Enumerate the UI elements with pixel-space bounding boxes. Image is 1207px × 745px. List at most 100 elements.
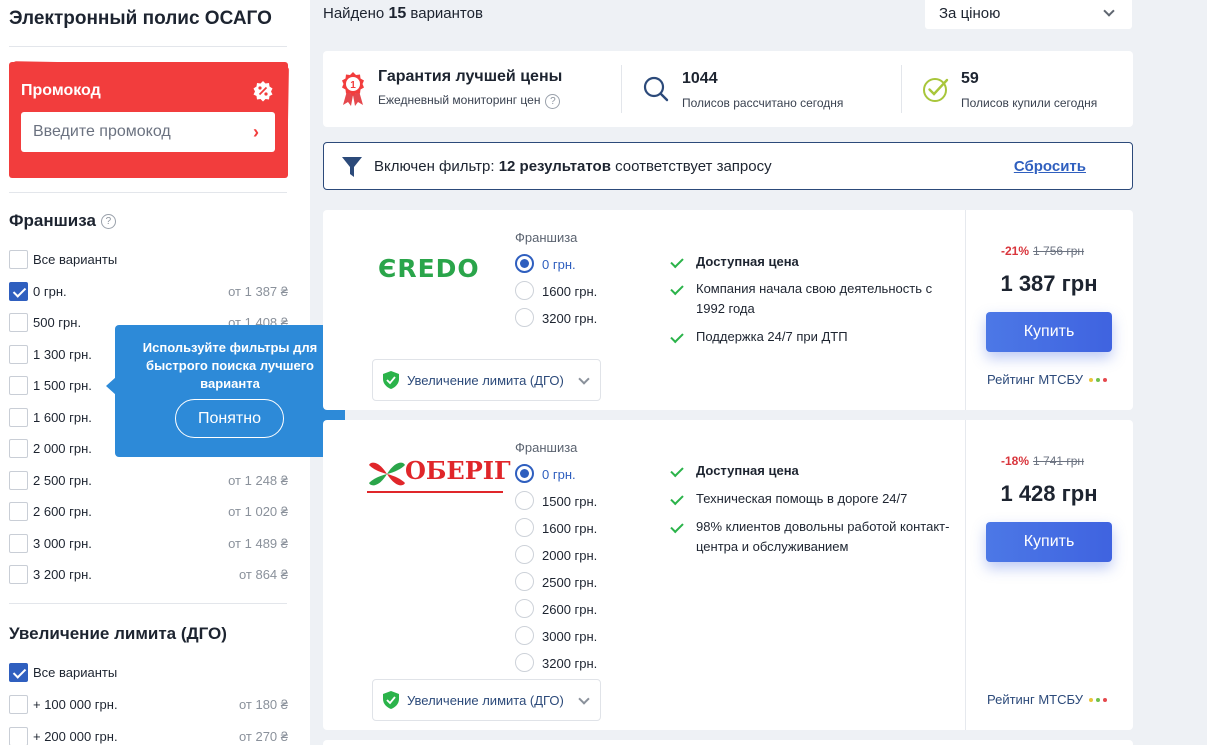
franchise-radio[interactable]	[515, 491, 534, 510]
franchise-radio[interactable]	[515, 572, 534, 591]
promo-input[interactable]	[21, 112, 275, 152]
divider	[621, 65, 622, 113]
option-label: Все варианты	[33, 665, 118, 680]
filter-option[interactable]: 2 500 грн. от 1 248 ₴	[9, 470, 299, 493]
discount: -21% 1 756 грн	[1001, 244, 1085, 258]
dgo-label: Увеличение лимита (ДГО)	[407, 693, 564, 708]
franchise-radio-label[interactable]: 2600 грн.	[542, 602, 597, 617]
promo-submit-chevron-icon[interactable]: ›	[253, 122, 259, 143]
rating-dot	[1103, 698, 1107, 702]
checkbox[interactable]	[9, 313, 28, 332]
checkbox[interactable]	[9, 376, 28, 395]
option-min-price: от 1 489 ₴	[228, 535, 288, 551]
discount: -18% 1 741 грн	[1001, 454, 1085, 468]
dgo-dropdown[interactable]: Увеличение лимита (ДГО)	[372, 359, 601, 401]
divider	[9, 46, 287, 47]
option-label: + 100 000 грн.	[33, 697, 118, 712]
sort-label: За ціною	[939, 5, 1001, 22]
oberig-flower-icon	[369, 462, 405, 486]
option-label: 0 грн.	[33, 283, 67, 299]
filter-option[interactable]: Все варианты	[9, 250, 299, 272]
filter-option[interactable]: 3 200 грн. от 864 ₴	[9, 565, 299, 587]
check-circle-icon	[923, 78, 949, 102]
checkbox[interactable]	[9, 470, 28, 490]
help-icon[interactable]: ?	[545, 94, 561, 109]
option-label: + 200 000 грн.	[33, 729, 118, 744]
bought-count: 59	[961, 70, 979, 87]
option-label: 3 200 грн.	[33, 567, 92, 582]
rating-mtsbu[interactable]: Рейтинг МТСБУ	[987, 372, 1107, 387]
rating-dot	[1089, 378, 1093, 382]
franchise-radio[interactable]	[515, 464, 534, 483]
checkbox[interactable]	[9, 281, 28, 301]
franchise-radio[interactable]	[515, 518, 534, 537]
filter-option[interactable]: Все варианты	[9, 663, 299, 685]
franchise-radio-label[interactable]: 3000 грн.	[542, 629, 597, 644]
sort-dropdown[interactable]: За ціною	[925, 0, 1132, 29]
franchise-radio-label[interactable]: 3200 грн.	[542, 656, 597, 671]
rating-dot	[1103, 378, 1107, 382]
filter-option[interactable]: 2 600 грн. от 1 020 ₴	[9, 502, 299, 524]
franchise-radio-label[interactable]: 1600 грн.	[542, 521, 597, 536]
dgo-label: Увеличение лимита (ДГО)	[407, 373, 564, 388]
franchise-radio-label[interactable]: 2500 грн.	[542, 575, 597, 590]
divider	[9, 603, 287, 604]
feature-text: 98% клиентов довольны работой контакт-це…	[696, 519, 950, 554]
rating-dot	[1096, 378, 1100, 382]
franchise-radio-label[interactable]: 1600 грн.	[542, 284, 597, 299]
checkbox[interactable]	[9, 565, 28, 584]
option-label: 2 000 грн.	[33, 441, 92, 456]
checkbox[interactable]	[9, 727, 28, 745]
option-min-price: от 864 ₴	[238, 567, 288, 582]
franchise-radio[interactable]	[515, 545, 534, 564]
checkbox[interactable]	[9, 663, 28, 682]
franchise-radio[interactable]	[515, 308, 534, 327]
franchise-radio[interactable]	[515, 599, 534, 618]
dgo-dropdown[interactable]: Увеличение лимита (ДГО)	[372, 679, 601, 721]
franchise-radio-label[interactable]: 1500 грн.	[542, 494, 597, 509]
checkbox[interactable]	[9, 439, 28, 458]
franchise-radio-label[interactable]: 0 грн.	[542, 257, 576, 272]
franchise-radio[interactable]	[515, 254, 534, 273]
franchise-radio[interactable]	[515, 281, 534, 300]
calculated-count: 1044	[682, 70, 718, 87]
franchise-title: Франшиза	[515, 230, 578, 245]
franchise-radio-label[interactable]: 3200 грн.	[542, 311, 597, 326]
buy-button[interactable]: Купить	[986, 522, 1112, 562]
franchise-radio-label[interactable]: 2000 грн.	[542, 548, 597, 563]
filter-option[interactable]: + 200 000 грн. от 270 ₴	[9, 727, 299, 745]
option-min-price: от 1 248 ₴	[228, 472, 288, 488]
promo-block: Промокод ›	[9, 62, 288, 178]
reset-filter-link[interactable]: Сбросить	[1014, 158, 1086, 175]
filter-text: Включен фильтр: 12 результатов соответст…	[374, 158, 772, 175]
checkbox[interactable]	[9, 695, 28, 714]
checkbox[interactable]	[9, 502, 28, 521]
franchise-radio[interactable]	[515, 653, 534, 672]
franchise-radio[interactable]	[515, 626, 534, 645]
checkbox[interactable]	[9, 533, 28, 553]
filter-option[interactable]: + 100 000 грн. от 180 ₴	[9, 695, 299, 717]
stats-panel: 1 Гарантия лучшей цены Ежедневный монито…	[323, 51, 1133, 127]
check-icon	[670, 281, 684, 296]
option-min-price: от 1 387 ₴	[228, 283, 288, 299]
franchise-radio-label[interactable]: 0 грн.	[542, 467, 576, 482]
rating-mtsbu[interactable]: Рейтинг МТСБУ	[987, 692, 1107, 707]
checkbox[interactable]	[9, 407, 28, 427]
buy-button[interactable]: Купить	[986, 312, 1112, 352]
option-label: 2 500 грн.	[33, 472, 92, 488]
logo-underline	[367, 491, 503, 493]
filter-option[interactable]: 3 000 грн. от 1 489 ₴	[9, 533, 299, 556]
feature-text: Доступная цена	[696, 254, 799, 269]
dgo-section-title: Увеличение лимита (ДГО)	[9, 624, 227, 643]
discount-badge-icon	[253, 81, 273, 102]
help-icon[interactable]: ?	[100, 214, 116, 229]
checkbox[interactable]	[9, 250, 28, 269]
tooltip-ok-button[interactable]: Понятно	[175, 399, 284, 438]
option-min-price: от 270 ₴	[238, 729, 288, 744]
offer-card: ЄREDO Франшиза 0 грн. 1600 грн. 3200 грн. …	[323, 210, 1133, 410]
filter-option[interactable]: 0 грн. от 1 387 ₴	[9, 281, 299, 304]
divider	[901, 65, 902, 113]
next-offer-card	[323, 740, 1133, 745]
checkbox[interactable]	[9, 344, 28, 364]
calculated-label: Полисов рассчитано сегодня	[682, 96, 844, 110]
